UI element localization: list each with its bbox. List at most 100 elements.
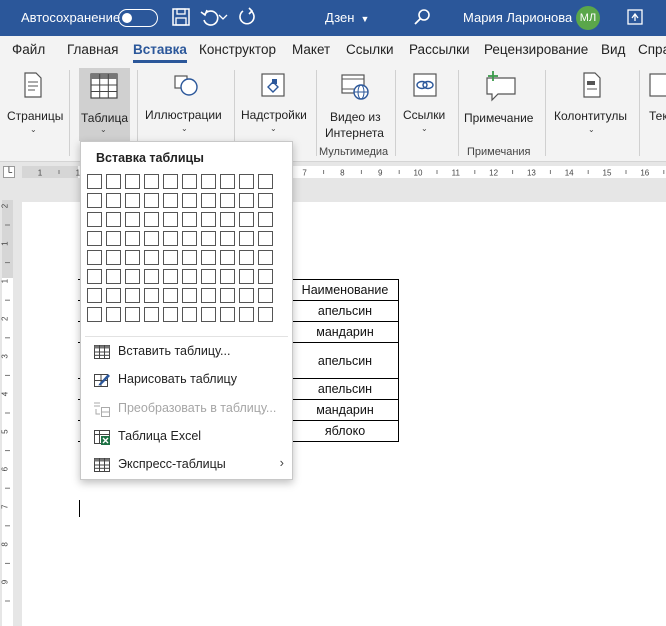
table-cell[interactable]: яблоко — [291, 420, 399, 442]
grid-cell[interactable] — [201, 269, 216, 284]
autosave-toggle[interactable] — [118, 9, 158, 27]
grid-cell[interactable] — [87, 231, 102, 246]
grid-cell[interactable] — [144, 193, 159, 208]
grid-cell[interactable] — [239, 212, 254, 227]
grid-cell[interactable] — [125, 231, 140, 246]
grid-cell[interactable] — [182, 269, 197, 284]
table-cell[interactable]: апельсин — [291, 378, 399, 400]
grid-cell[interactable] — [87, 250, 102, 265]
grid-cell[interactable] — [258, 250, 273, 265]
table-cell[interactable]: апельсин — [291, 342, 399, 379]
online-video-button[interactable]: Видео из Интернета — [320, 68, 392, 144]
grid-cell[interactable] — [87, 269, 102, 284]
grid-cell[interactable] — [258, 174, 273, 189]
grid-cell[interactable] — [125, 307, 140, 322]
grid-cell[interactable] — [239, 193, 254, 208]
grid-cell[interactable] — [201, 212, 216, 227]
grid-cell[interactable] — [239, 269, 254, 284]
grid-cell[interactable] — [163, 250, 178, 265]
tab-home[interactable]: Главная — [67, 42, 118, 57]
grid-cell[interactable] — [144, 288, 159, 303]
tab-view[interactable]: Вид — [601, 42, 625, 57]
save-icon[interactable] — [170, 6, 192, 28]
grid-cell[interactable] — [182, 307, 197, 322]
grid-cell[interactable] — [87, 288, 102, 303]
comment-button[interactable]: Примечание — [462, 68, 540, 144]
grid-cell[interactable] — [258, 288, 273, 303]
grid-cell[interactable] — [106, 288, 121, 303]
table-cell[interactable]: мандарин — [291, 399, 399, 421]
insert-table-menu-item[interactable]: Вставить таблицу... — [81, 339, 292, 365]
grid-cell[interactable] — [220, 193, 235, 208]
grid-cell[interactable] — [87, 212, 102, 227]
grid-cell[interactable] — [144, 231, 159, 246]
grid-cell[interactable] — [125, 288, 140, 303]
grid-cell[interactable] — [182, 174, 197, 189]
grid-cell[interactable] — [106, 193, 121, 208]
tab-review[interactable]: Рецензирование — [484, 42, 588, 57]
grid-cell[interactable] — [144, 307, 159, 322]
tab-mailings[interactable]: Рассылки — [409, 42, 470, 57]
grid-cell[interactable] — [182, 212, 197, 227]
grid-cell[interactable] — [220, 212, 235, 227]
grid-cell[interactable] — [163, 288, 178, 303]
grid-cell[interactable] — [220, 250, 235, 265]
tab-references[interactable]: Ссылки — [346, 42, 394, 57]
grid-cell[interactable] — [144, 174, 159, 189]
search-icon[interactable] — [411, 6, 433, 28]
grid-cell[interactable] — [106, 174, 121, 189]
grid-cell[interactable] — [144, 269, 159, 284]
document-name[interactable]: Дзен ▼ — [325, 10, 369, 25]
links-button[interactable]: Ссылки ⌄ — [399, 68, 451, 144]
convert-to-table-menu-item[interactable]: Преобразовать в таблицу... — [81, 396, 292, 422]
grid-cell[interactable] — [220, 288, 235, 303]
table-cell[interactable]: мандарин — [291, 321, 399, 343]
user-name[interactable]: Мария Ларионова — [463, 10, 572, 25]
text-button[interactable]: Текс — [645, 68, 666, 144]
tab-file[interactable]: Файл — [12, 42, 45, 57]
ribbon-display-options-icon[interactable] — [624, 6, 646, 28]
grid-cell[interactable] — [163, 193, 178, 208]
table-cell[interactable]: Наименование — [291, 279, 399, 301]
quick-tables-menu-item[interactable]: Экспресс-таблицы › — [81, 452, 292, 478]
grid-cell[interactable] — [239, 307, 254, 322]
draw-table-menu-item[interactable]: Нарисовать таблицу — [81, 367, 292, 393]
grid-cell[interactable] — [220, 269, 235, 284]
grid-cell[interactable] — [125, 212, 140, 227]
grid-cell[interactable] — [239, 231, 254, 246]
grid-cell[interactable] — [201, 307, 216, 322]
grid-cell[interactable] — [258, 212, 273, 227]
tab-help[interactable]: Спра — [638, 42, 666, 57]
grid-cell[interactable] — [239, 288, 254, 303]
grid-cell[interactable] — [125, 250, 140, 265]
grid-cell[interactable] — [201, 231, 216, 246]
addins-button[interactable]: Надстройки ⌄ — [238, 68, 310, 144]
grid-cell[interactable] — [87, 174, 102, 189]
grid-cell[interactable] — [258, 193, 273, 208]
grid-cell[interactable] — [201, 193, 216, 208]
grid-cell[interactable] — [163, 269, 178, 284]
undo-dropdown-icon[interactable] — [217, 6, 229, 28]
grid-cell[interactable] — [258, 307, 273, 322]
grid-cell[interactable] — [106, 231, 121, 246]
tab-layout[interactable]: Макет — [292, 42, 330, 57]
grid-cell[interactable] — [239, 174, 254, 189]
grid-cell[interactable] — [201, 250, 216, 265]
grid-cell[interactable] — [106, 250, 121, 265]
grid-cell[interactable] — [163, 231, 178, 246]
header-footer-button[interactable]: Колонтитулы ⌄ — [551, 68, 633, 144]
vertical-ruler[interactable]: 2 1 1 2 3 4 5 6 7 8 9 — [0, 200, 14, 626]
grid-cell[interactable] — [163, 174, 178, 189]
grid-cell[interactable] — [182, 193, 197, 208]
grid-cell[interactable] — [87, 307, 102, 322]
grid-cell[interactable] — [182, 231, 197, 246]
avatar[interactable]: МЛ — [576, 6, 600, 30]
grid-cell[interactable] — [125, 269, 140, 284]
grid-cell[interactable] — [201, 288, 216, 303]
pages-button[interactable]: Страницы ⌄ — [2, 68, 64, 144]
illustrations-button[interactable]: Иллюстрации ⌄ — [143, 68, 227, 144]
grid-cell[interactable] — [239, 250, 254, 265]
grid-cell[interactable] — [125, 193, 140, 208]
grid-cell[interactable] — [106, 212, 121, 227]
grid-cell[interactable] — [201, 174, 216, 189]
